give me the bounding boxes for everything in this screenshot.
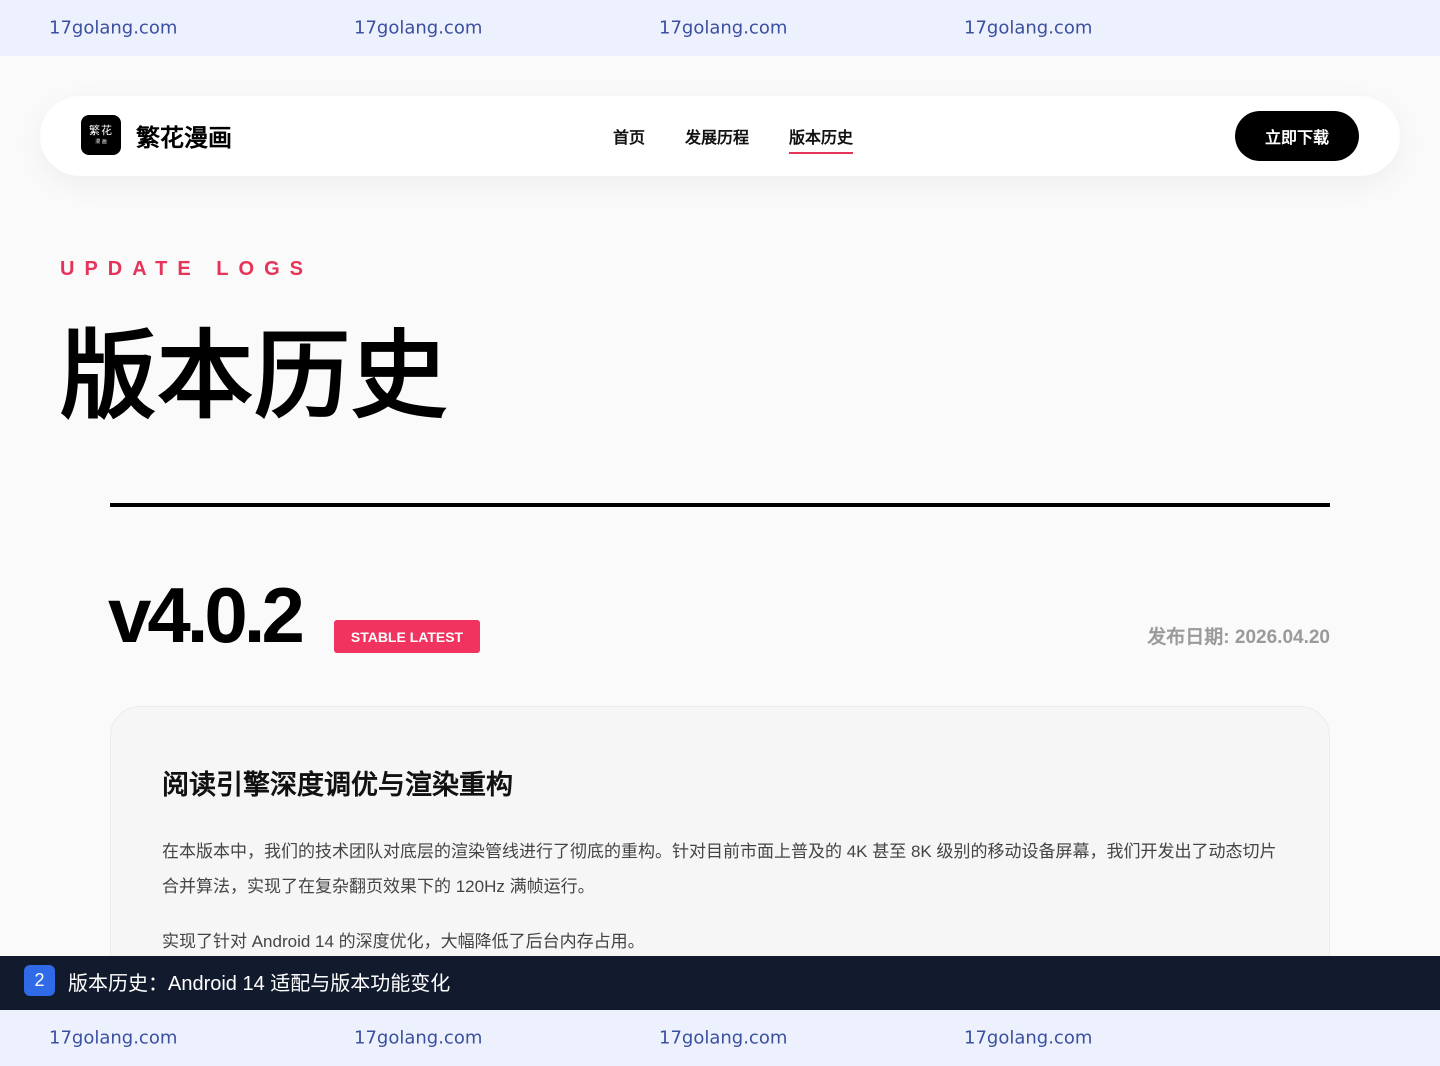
brand-name[interactable]: 繁花漫画: [136, 118, 232, 153]
download-button[interactable]: 立即下载: [1235, 111, 1359, 161]
release-notes-title: 阅读引擎深度调优与渲染重构: [162, 770, 513, 800]
watermark-text: 17golang.com: [964, 17, 1093, 39]
status-badge: STABLE LATEST: [334, 620, 480, 653]
version-number: v4.0.2: [108, 571, 305, 659]
watermark-text: 17golang.com: [659, 17, 788, 39]
nav-item-history[interactable]: 发展历程: [685, 124, 749, 148]
logo-text-main: 繁花: [89, 124, 113, 137]
section-divider: [110, 503, 1330, 507]
logo-text-sub: 漫 画: [95, 139, 107, 145]
watermark-text: 17golang.com: [354, 1027, 483, 1049]
release-notes-paragraph: 在本版本中，我们的技术团队对底层的渲染管线进行了彻底的重构。针对目前市面上普及的…: [162, 842, 1277, 896]
release-notes-paragraph: 实现了针对 Android 14 的深度优化，大幅降低了后台内存占用。: [162, 932, 645, 951]
caption-text: 版本历史：Android 14 适配与版本功能变化: [68, 973, 451, 995]
watermark-text: 17golang.com: [354, 17, 483, 39]
nav-item-home[interactable]: 首页: [613, 124, 645, 148]
watermark-text: 17golang.com: [49, 17, 178, 39]
logo-icon[interactable]: 繁花 漫 画: [81, 115, 121, 155]
nav-item-versions[interactable]: 版本历史: [789, 124, 854, 154]
site-header: 繁花 漫 画 繁花漫画 首页 发展历程 版本历史 立即下载: [40, 96, 1400, 176]
caption-bar: 2 版本历史：Android 14 适配与版本功能变化: [0, 956, 1440, 1010]
watermark-bar-top: 17golang.com 17golang.com 17golang.com 1…: [0, 0, 1440, 56]
watermark-text: 17golang.com: [49, 1027, 178, 1049]
release-date: 发布日期: 2026.04.20: [1147, 627, 1330, 648]
caption-number: 2: [24, 965, 55, 996]
watermark-bar-bottom: 17golang.com 17golang.com 17golang.com 1…: [0, 1010, 1440, 1066]
section-kicker: UPDATE LOGS: [60, 258, 313, 280]
watermark-text: 17golang.com: [964, 1027, 1093, 1049]
watermark-text: 17golang.com: [659, 1027, 788, 1049]
page-title: 版本历史: [60, 323, 448, 430]
